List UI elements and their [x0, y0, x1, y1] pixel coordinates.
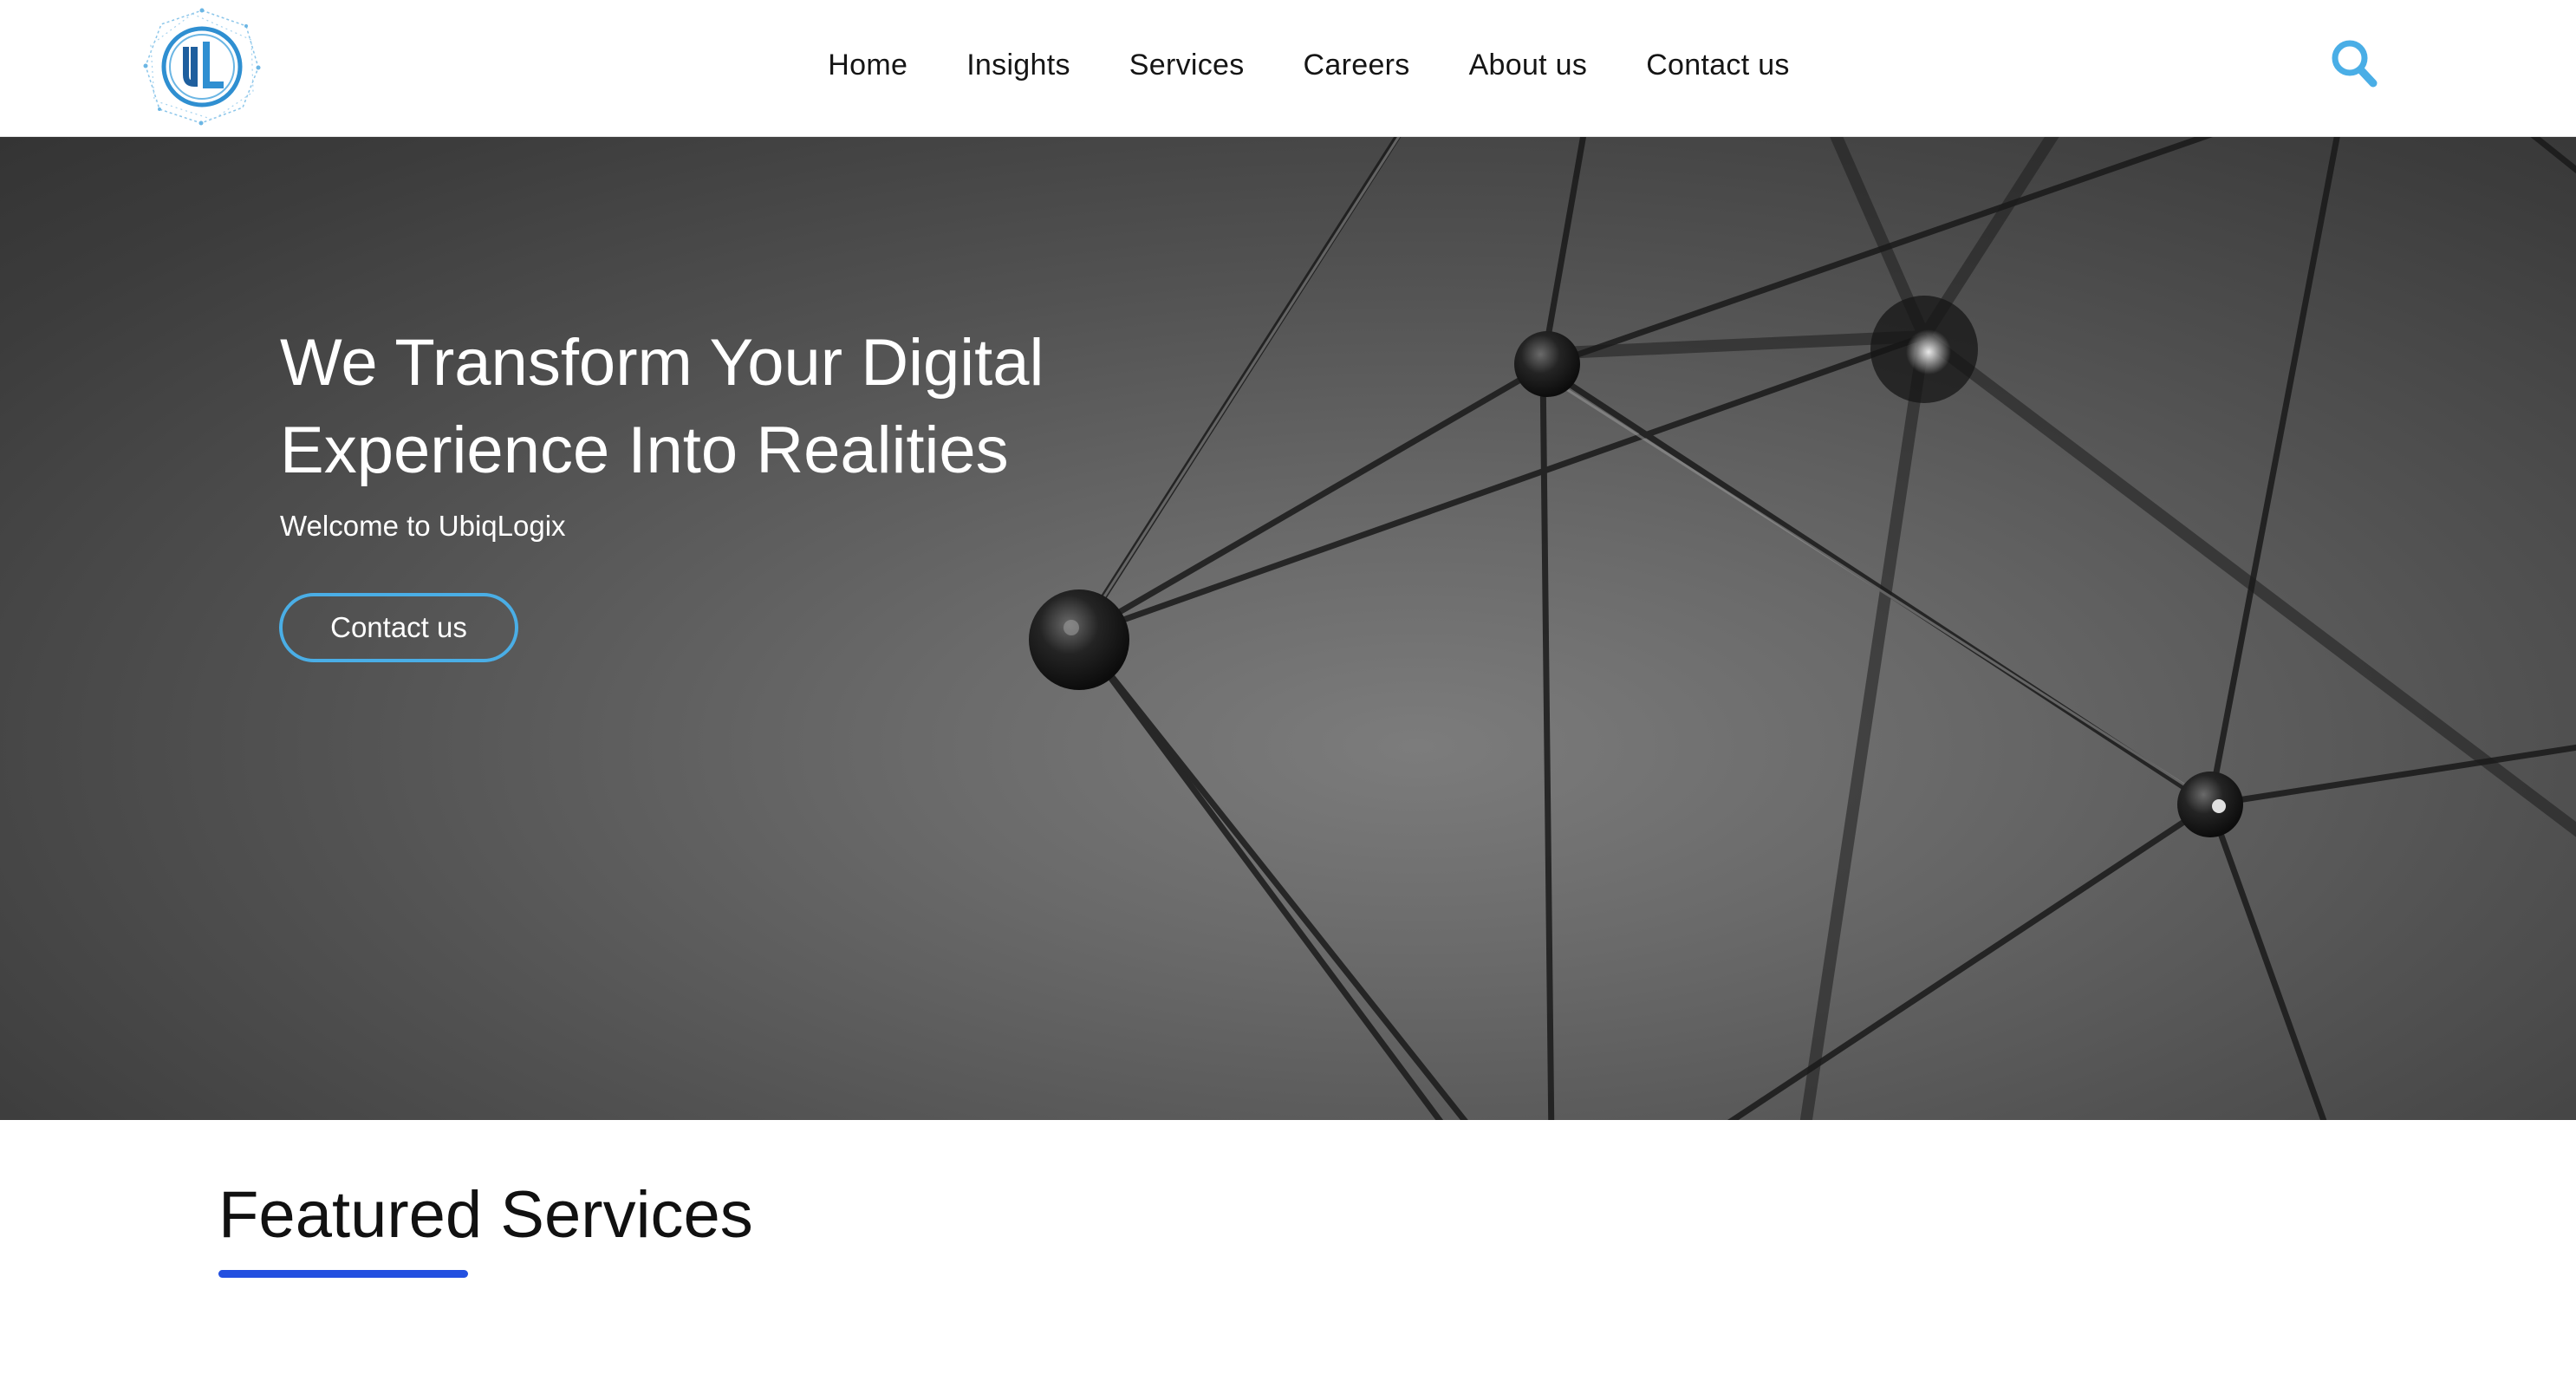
nav-services[interactable]: Services — [1129, 49, 1245, 82]
search-button[interactable] — [2330, 38, 2378, 88]
title-underline — [218, 1270, 468, 1278]
contact-us-button[interactable]: Contact us — [279, 593, 518, 662]
hero-subtitle: Welcome to UbiqLogix — [280, 510, 566, 542]
nav-contact-us[interactable]: Contact us — [1646, 49, 1790, 82]
hero-banner: We Transform Your Digital Experience Int… — [0, 137, 2576, 1120]
site-header: Home Insights Services Careers About us … — [0, 0, 2576, 137]
nav-insights[interactable]: Insights — [966, 49, 1070, 82]
nav-careers[interactable]: Careers — [1304, 49, 1410, 82]
nav-home[interactable]: Home — [828, 49, 907, 82]
main-nav: Home Insights Services Careers About us … — [0, 0, 2576, 130]
hero-title: We Transform Your Digital Experience Int… — [280, 326, 1044, 487]
search-icon — [2332, 40, 2378, 88]
nav-about-us[interactable]: About us — [1469, 49, 1588, 82]
section-title: Featured Services — [218, 1178, 753, 1252]
